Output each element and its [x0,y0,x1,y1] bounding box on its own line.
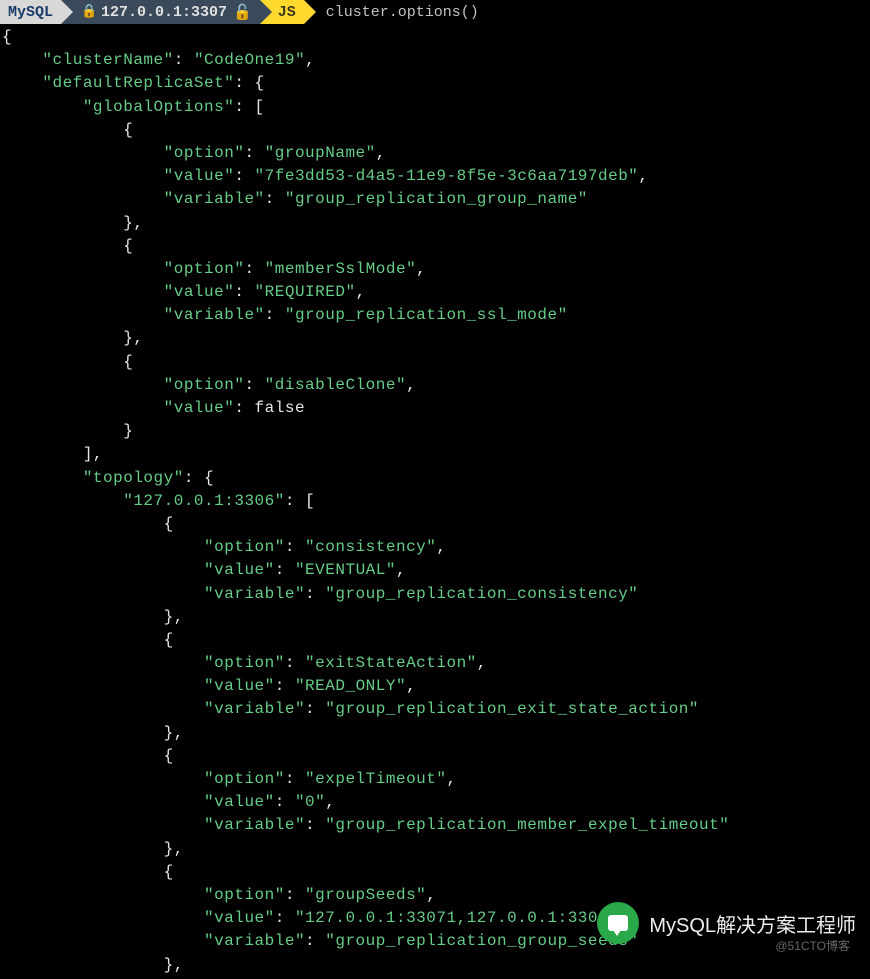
command-text: cluster.options() [326,4,479,21]
mysql-label: MySQL [8,4,53,21]
host-text: 127.0.0.1:3307 [101,4,227,21]
arrow-icon [304,0,316,24]
prompt-mode-segment: JS [260,0,304,24]
lock-icon: 🔓 [233,3,252,22]
prompt-command-segment[interactable]: cluster.options() [304,0,487,24]
mode-label: JS [278,4,296,21]
prompt-host-segment: 🔒 127.0.0.1:3307 🔓 [61,0,260,24]
watermark-text: MySQL解决方案工程师 [649,909,856,938]
ssl-icon: 🔒 [81,4,95,20]
arrow-icon [61,0,73,24]
shell-prompt: MySQL 🔒 127.0.0.1:3307 🔓 JS cluster.opti… [0,0,870,24]
watermark: MySQL解决方案工程师 @51CTO博客 [597,902,856,944]
arrow-icon [260,0,272,24]
watermark-subtext: @51CTO博客 [775,937,850,954]
wechat-icon [597,902,639,944]
prompt-mysql-badge: MySQL [0,0,61,24]
json-output: { "clusterName": "CodeOne19", "defaultRe… [0,24,870,979]
